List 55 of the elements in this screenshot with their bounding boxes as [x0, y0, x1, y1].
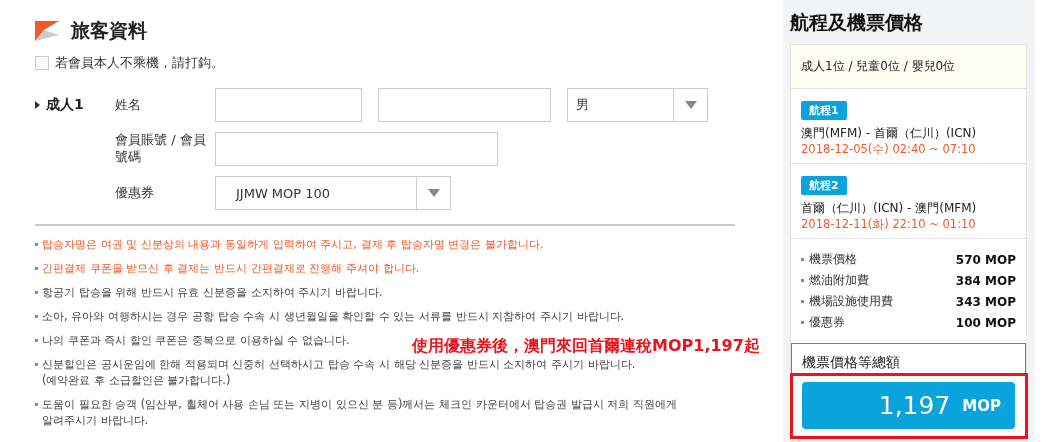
bullet-icon	[801, 279, 804, 282]
bullet-icon	[35, 291, 38, 294]
bullet-icon	[35, 339, 38, 342]
notice-text: 알려주시기 바랍니다.	[42, 412, 150, 428]
notice-text: 소아, 유아와 여행하시는 경우 공항 탑승 수속 시 생년월일을 확인할 수 있는 서류를 반드시 지참하여 주시기 바랍니다.	[42, 308, 625, 324]
field-label: 會員賬號 / 會員號碼	[115, 132, 207, 166]
section-title: 旅客資料	[71, 18, 147, 43]
notice-text: 나의 쿠폰과 즉시 할인 쿠폰은 중복으로 이용하실 수 없습니다.	[42, 332, 350, 348]
input-field[interactable]	[215, 88, 362, 122]
segment-badge: 航程2	[801, 176, 847, 195]
segment-badge: 航程1	[801, 101, 847, 120]
input-field[interactable]	[378, 88, 551, 122]
notice-text: 항공기 탑승을 위해 반드시 유효 신분증을 소지하여 주시기 바랍니다.	[42, 284, 383, 300]
fare-label: 機票價格	[809, 251, 858, 268]
route-text: 首爾（仁川）(ICN) - 澳門(MFM)	[801, 200, 978, 217]
fare-label: 優惠券	[809, 314, 846, 331]
summary-title: 航程及機票價格	[790, 10, 924, 35]
bullet-icon	[801, 321, 804, 324]
chevron-icon	[35, 101, 40, 109]
notice-text: (예약완료 후 소급할인은 불가합니다.)	[42, 372, 232, 388]
fare-label: 燃油附加費	[809, 272, 870, 289]
bullet-icon	[801, 258, 804, 261]
gender-select[interactable]: 男	[567, 88, 708, 122]
bullet-icon	[35, 363, 38, 366]
flag-icon	[35, 21, 59, 41]
total-label: 機票價格等總額	[802, 354, 901, 372]
notice-text: 간편결제 쿠폰을 받으신 후 결제는 반드시 간편결제로 진행해 주셔야 합니다.	[42, 260, 420, 276]
total-price: 1,197 MOP	[802, 382, 1015, 429]
caret-icon	[684, 101, 697, 109]
passenger-label: 成人1	[46, 96, 84, 114]
bullet-icon	[35, 403, 38, 406]
passenger-count: 成人1位 / 兒童0位 / 嬰兒0位	[791, 45, 1026, 89]
checkbox-label: 若會員本人不乘機，請打鈎。	[55, 54, 224, 72]
caret-icon	[427, 189, 440, 197]
bullet-icon	[801, 300, 804, 303]
notice-text: 도움이 필요한 승객 (임산부, 휠체어 사용 손님 또는 지병이 있으신 분 등)께서는 체크인 카운터에서 탑승권 발급시 저희 직원에게	[42, 396, 678, 412]
flight-time: 2018-12-05(수) 02:40 ~ 07:10	[801, 142, 977, 157]
flight-time: 2018-12-11(화) 22:10 ~ 01:10	[801, 217, 977, 232]
notice-text: 신분할인은 공시운임에 한해 적용되며 신중히 선택하시고 탑승 수속 시 해당 신분증을 반드시 소지하여 주시기 바랍니다.	[42, 356, 636, 372]
fare-label: 機場設施使用費	[809, 293, 894, 310]
fare-amount: 100 MOP	[955, 315, 1016, 330]
checkbox[interactable]	[35, 56, 49, 70]
fare-amount: 384 MOP	[955, 273, 1016, 288]
notice-text: 탑승자명은 여권 및 신분상의 내용과 동일하게 입력하여 주시고, 결제 후 탑승자명 변경은 불가합니다.	[42, 236, 544, 252]
bullet-icon	[35, 243, 38, 246]
fare-amount: 570 MOP	[955, 252, 1016, 267]
fare-amount: 343 MOP	[955, 294, 1016, 309]
field-label: 優惠券	[115, 184, 155, 202]
bullet-icon	[35, 267, 38, 270]
coupon-select[interactable]: JJMW MOP 100	[215, 176, 451, 210]
input-field[interactable]	[215, 132, 498, 166]
route-text: 澳門(MFM) - 首爾（仁川）(ICN)	[801, 125, 978, 142]
bullet-icon	[35, 315, 38, 318]
field-label: 姓名	[115, 96, 142, 114]
annotation-text: 使用優惠券後，澳門來回首爾連稅MOP1,197起	[412, 336, 760, 357]
